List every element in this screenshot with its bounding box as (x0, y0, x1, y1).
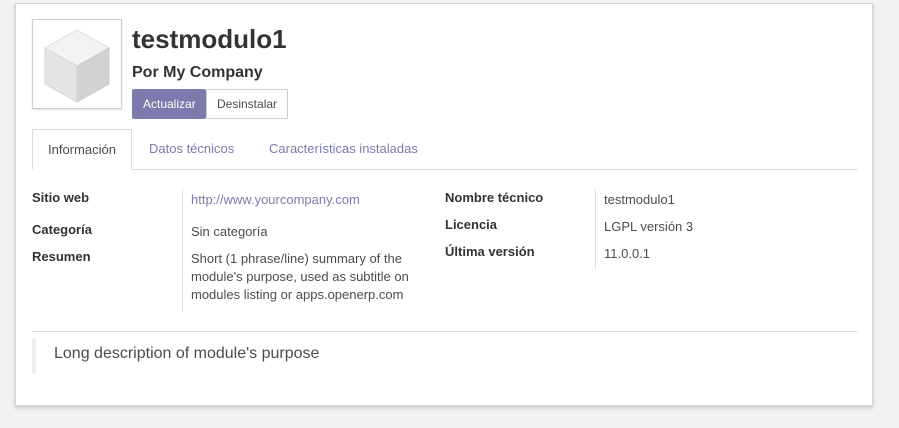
notebook-tabs: Información Datos técnicos Característic… (32, 129, 858, 170)
summary-value: Short (1 phrase/line) summary of the mod… (191, 250, 431, 304)
right-column-divider (595, 189, 596, 269)
module-description: Long description of module's purpose (32, 339, 332, 373)
summary-line: Short (1 phrase/line) summary of the (191, 251, 402, 266)
version-label: Última versión (445, 244, 535, 259)
summary-line: module's purpose, used as subtitle on (191, 269, 409, 284)
technical-name-label: Nombre técnico (445, 190, 544, 205)
tab-information[interactable]: Información (32, 129, 132, 170)
website-link[interactable]: http://www.yourcompany.com (191, 191, 360, 209)
license-label: Licencia (445, 217, 498, 232)
left-column-divider (182, 189, 183, 312)
category-value: Sin categoría (191, 224, 268, 239)
module-form-sheet: testmodulo1 Por My Company Actualizar De… (15, 3, 873, 406)
module-title: testmodulo1 (132, 24, 287, 54)
version-value: 11.0.0.1 (604, 246, 651, 261)
technical-name-value: testmodulo1 (604, 192, 675, 207)
tab-installed-features[interactable]: Características instaladas (269, 129, 418, 169)
tab-technical-data[interactable]: Datos técnicos (149, 129, 234, 169)
license-value: LGPL versión 3 (604, 219, 694, 234)
uninstall-button[interactable]: Desinstalar (206, 89, 288, 119)
module-author: Por My Company (132, 64, 263, 81)
summary-line: modules listing or apps.openerp.com (191, 287, 404, 302)
module-cube-icon (32, 19, 122, 109)
category-label: Categoría (32, 222, 92, 237)
upgrade-button[interactable]: Actualizar (132, 89, 206, 119)
website-label: Sitio web (32, 190, 90, 205)
summary-label: Resumen (32, 249, 91, 264)
description-divider (32, 331, 858, 332)
